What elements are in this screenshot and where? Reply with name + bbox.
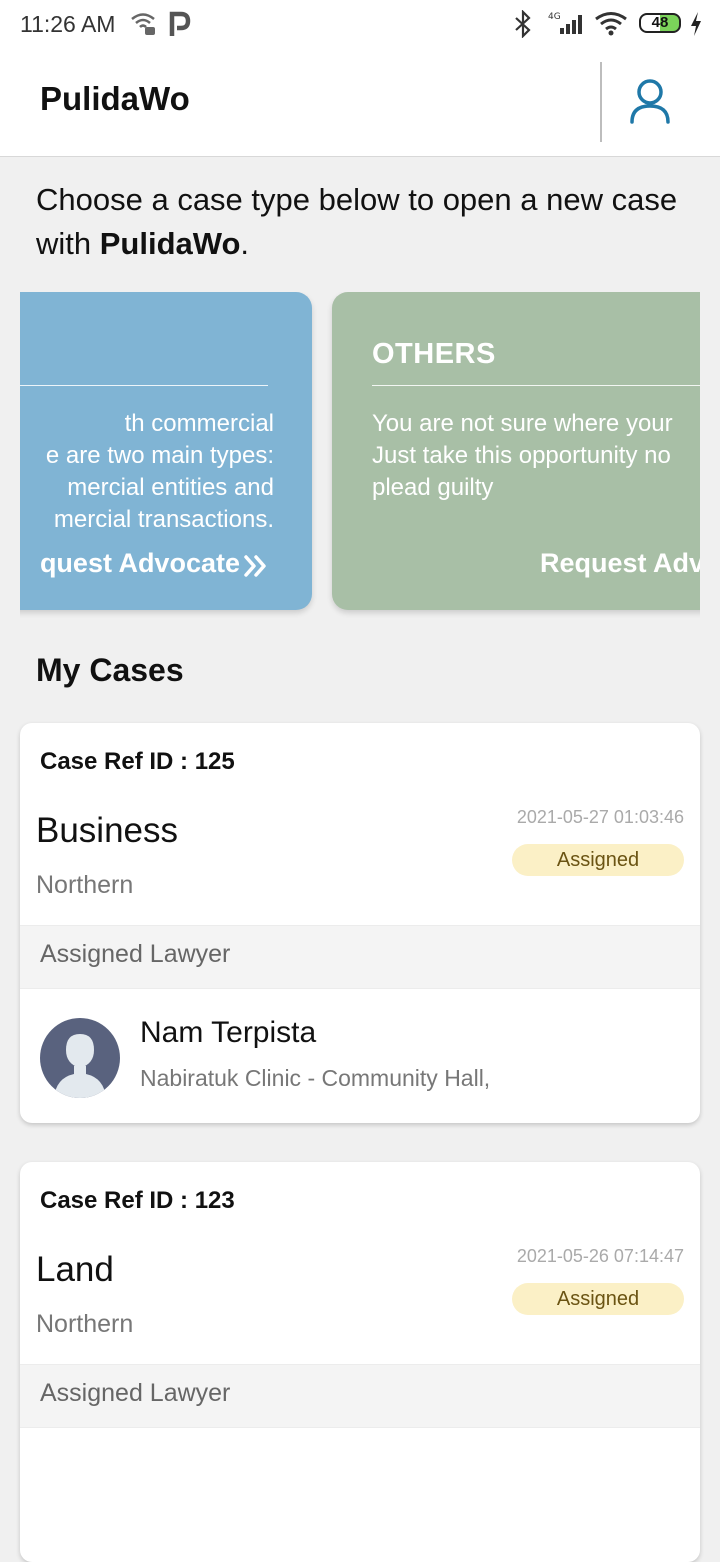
assigned-lawyer-label: Assigned Lawyer (40, 940, 231, 968)
user-icon (630, 79, 670, 124)
case-type-carousel[interactable]: th commercial e are two main types: merc… (20, 292, 700, 622)
app-header: PulidaWo (0, 50, 720, 157)
request-advocate-link[interactable]: quest Advocate (40, 548, 240, 579)
status-bar: 11:26 AM 4G 48 (0, 0, 720, 50)
case-type-description: th commercial e are two main types: merc… (45, 410, 274, 533)
case-date: 2021-05-26 07:14:47 (516, 1246, 684, 1266)
charging-icon (688, 10, 704, 43)
case-ref-id: Case Ref ID : 125 (40, 748, 235, 775)
case-type: Business (36, 811, 179, 850)
assigned-lawyer-header: Assigned Lawyer (20, 1364, 700, 1428)
wifi-icon (594, 10, 628, 43)
parking-icon (168, 10, 192, 43)
case-region: Northern (36, 1310, 134, 1338)
case-card[interactable]: Case Ref ID : 125 Business Northern 2021… (20, 723, 700, 1123)
status-badge: Assigned (512, 844, 684, 876)
status-time: 11:26 AM (20, 11, 116, 37)
avatar (40, 1018, 120, 1098)
signal-icon: 4G (546, 10, 586, 43)
divider (372, 385, 700, 386)
my-cases-title: My Cases (36, 652, 184, 688)
case-card[interactable]: Case Ref ID : 123 Land Northern 2021-05-… (20, 1162, 700, 1562)
battery-icon: 48 (639, 13, 681, 33)
case-type-title: OTHERS (372, 338, 496, 370)
bluetooth-icon (512, 9, 534, 43)
request-advocate-link[interactable]: Request Adv (540, 548, 700, 579)
app-title: PulidaWo (40, 80, 190, 117)
assigned-lawyer-label: Assigned Lawyer (40, 1379, 231, 1407)
case-region: Northern (36, 871, 134, 899)
lawyer-name: Nam Terpista (140, 1016, 317, 1049)
case-ref-id: Case Ref ID : 123 (40, 1187, 235, 1214)
case-type-card-commercial[interactable]: th commercial e are two main types: merc… (20, 292, 312, 610)
case-date: 2021-05-27 01:03:46 (516, 807, 684, 827)
header-divider (600, 62, 602, 142)
divider (20, 385, 268, 386)
brand-name: PulidaWo (99, 226, 241, 261)
network-label: 4G (548, 12, 561, 22)
case-type-description: You are not sure where your Just take th… (372, 410, 673, 501)
wifi-calling-icon (130, 10, 156, 43)
lawyer-address: Nabiratuk Clinic - Community Hall, (140, 1065, 491, 1091)
status-badge: Assigned (512, 1283, 684, 1315)
intro-text: Choose a case type below to open a new c… (36, 182, 678, 261)
assigned-lawyer-header: Assigned Lawyer (20, 925, 700, 989)
profile-button[interactable] (620, 72, 680, 132)
double-chevron-right-icon[interactable] (242, 552, 270, 585)
case-type: Land (36, 1250, 114, 1289)
case-type-card-others[interactable]: OTHERS You are not sure where your Just … (332, 292, 700, 610)
